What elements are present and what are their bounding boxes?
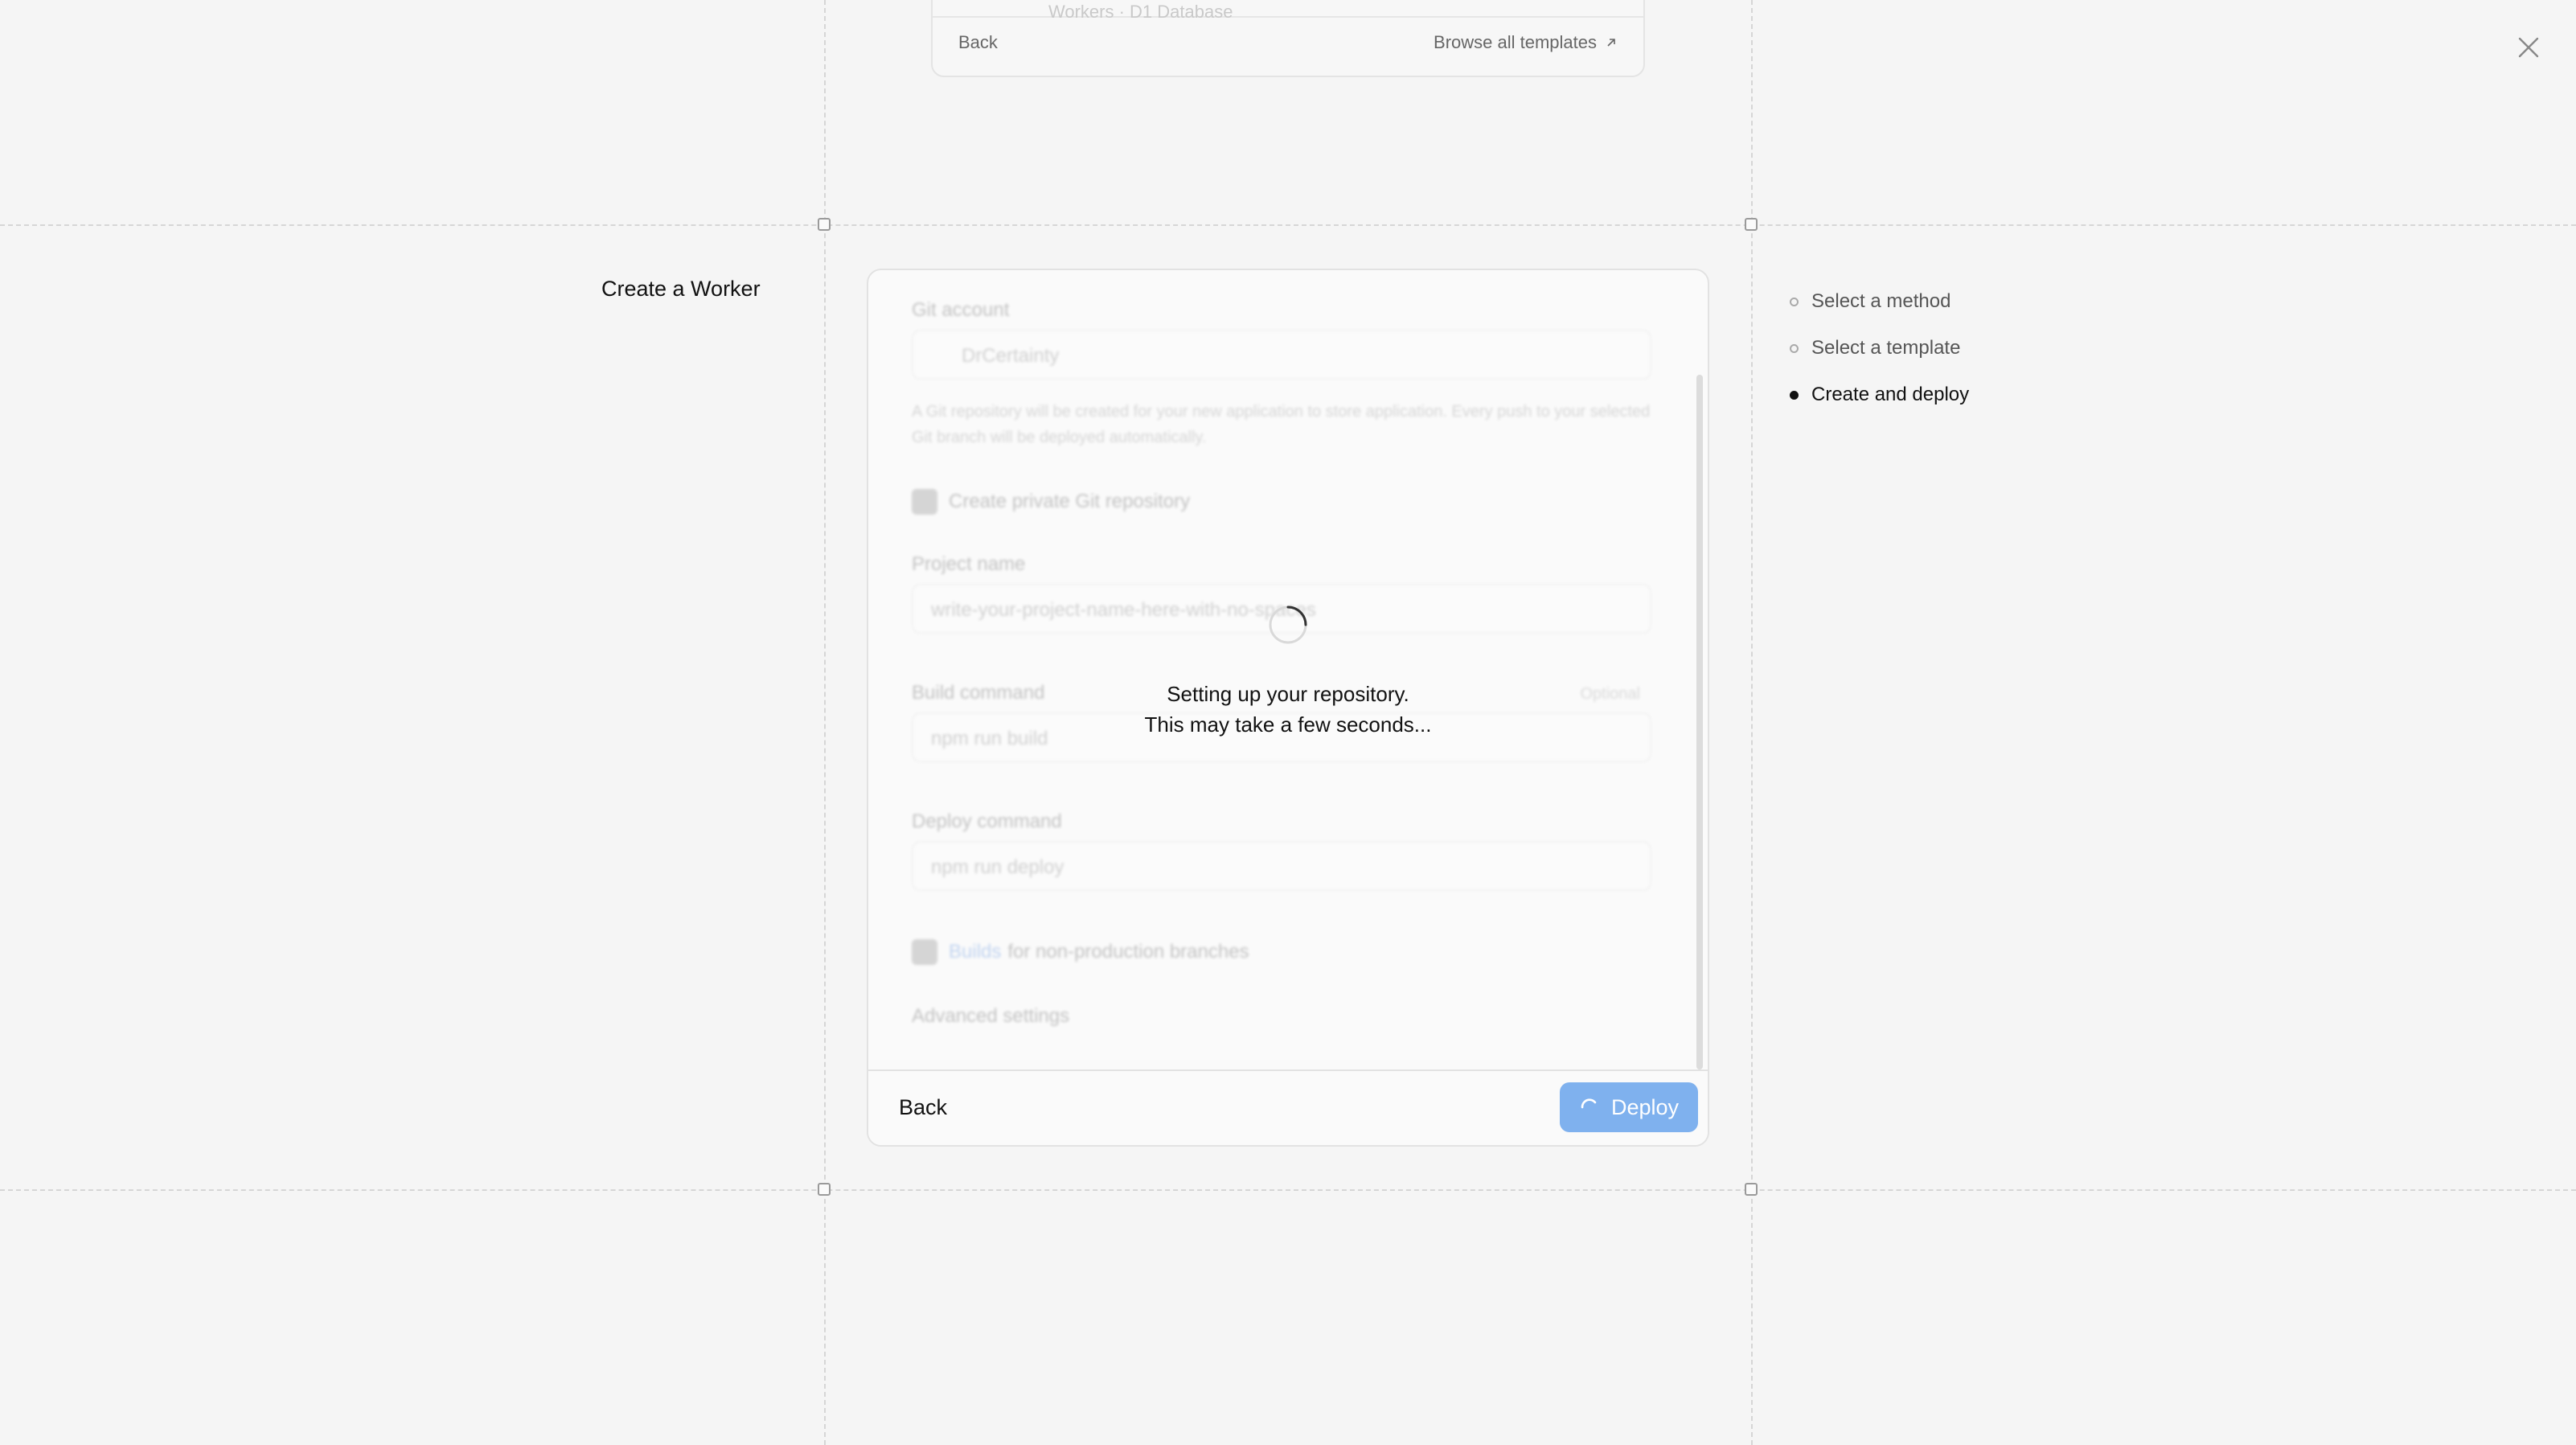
external-arrow-icon	[1607, 39, 1615, 47]
step-label: Select a template	[1811, 337, 1961, 359]
step-create-and-deploy[interactable]: Create and deploy	[1790, 372, 1969, 418]
loading-spinner-icon	[1269, 606, 1307, 644]
template-item-label: Workers · D1 Database	[1048, 2, 1233, 22]
loading-line-2: This may take a few seconds...	[1144, 712, 1432, 737]
step-dot-active	[1790, 390, 1799, 400]
corner-handle	[818, 1183, 831, 1196]
guide-line-bottom	[0, 1189, 2576, 1191]
browse-all-templates-label: Browse all templates	[1434, 32, 1597, 52]
corner-handle	[1745, 218, 1758, 231]
page-title: Create a Worker	[601, 277, 761, 301]
loading-line-1: Setting up your repository.	[1167, 682, 1409, 706]
browse-all-templates-link[interactable]: Browse all templates	[1434, 32, 1618, 53]
loading-message: Setting up your repository. This may tak…	[1145, 679, 1432, 740]
step-select-template[interactable]: Select a template	[1790, 325, 1969, 372]
back-button[interactable]: Back	[899, 1095, 947, 1120]
step-dot	[1790, 297, 1799, 306]
step-label: Create and deploy	[1811, 384, 1970, 405]
create-deploy-card: Git account DrCertainty A Git repository…	[867, 269, 1709, 1147]
loading-overlay: Setting up your repository. This may tak…	[868, 270, 1708, 1073]
step-dot	[1790, 343, 1799, 353]
card-footer: Back Deploy	[868, 1069, 1708, 1145]
previous-back-button[interactable]: Back	[958, 32, 998, 53]
previous-step-card: Workers · D1 Database Back Browse all te…	[931, 0, 1645, 77]
corner-handle	[818, 218, 831, 231]
close-icon[interactable]	[2515, 34, 2542, 61]
guide-line-top	[0, 224, 2576, 226]
step-select-method[interactable]: Select a method	[1790, 278, 1969, 325]
deploy-button[interactable]: Deploy	[1560, 1082, 1698, 1132]
guide-line-right	[1751, 0, 1753, 1445]
canvas: Workers · D1 Database Back Browse all te…	[0, 0, 2576, 1445]
step-label: Select a method	[1811, 290, 1951, 312]
guide-line-left	[824, 0, 826, 1445]
corner-handle	[1745, 1183, 1758, 1196]
button-spinner-icon	[1581, 1098, 1597, 1109]
template-item[interactable]: Workers · D1 Database	[933, 0, 1643, 22]
steps-list: Select a method Select a template Create…	[1790, 278, 1969, 418]
deploy-label: Deploy	[1610, 1094, 1680, 1119]
